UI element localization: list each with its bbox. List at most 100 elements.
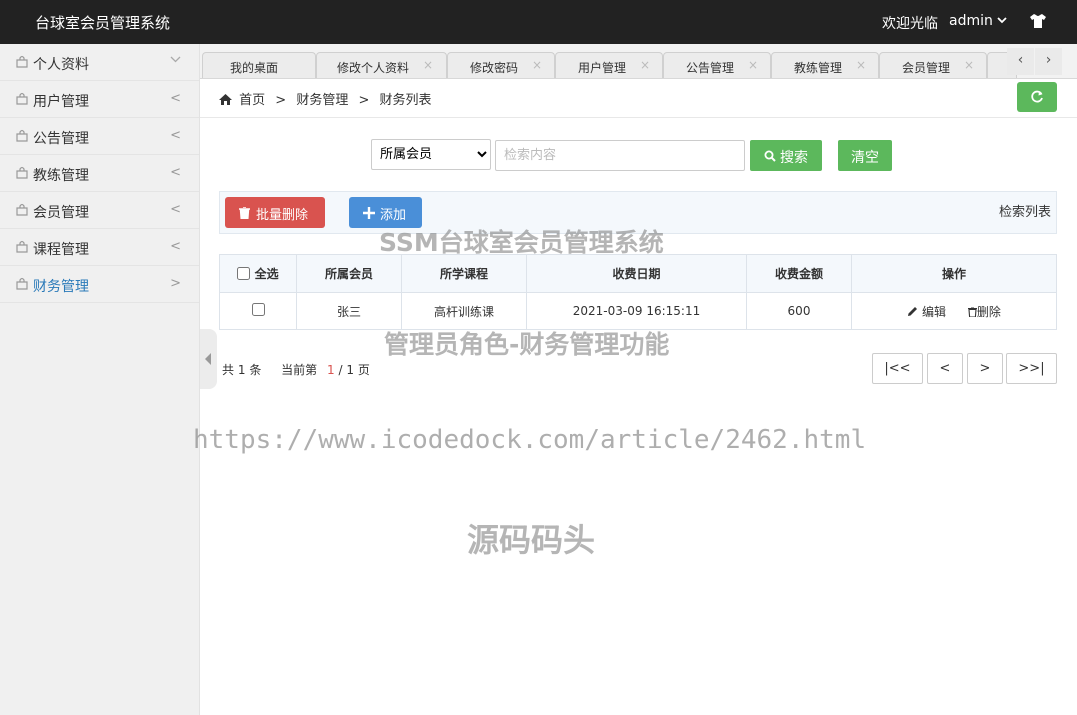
edit-action[interactable]: 编辑	[907, 305, 950, 319]
sidebar-item-coaches[interactable]: 教练管理 <	[0, 155, 199, 192]
tab-scroll-left-icon[interactable]: ‹	[1007, 48, 1034, 75]
list-toolbar: 批量删除 添加 检索列表	[219, 191, 1057, 234]
batch-delete-label: 批量删除	[256, 208, 309, 223]
sidebar-item-label: 课程管理	[33, 242, 89, 258]
bag-icon	[16, 129, 28, 142]
tab-edit-profile[interactable]: 修改个人资料 ×	[316, 52, 447, 78]
close-icon[interactable]: ×	[532, 58, 542, 72]
search-icon	[764, 150, 776, 162]
bag-icon	[16, 240, 28, 253]
pager-current-page: 1	[327, 363, 335, 377]
pager-total-suffix: 条	[249, 363, 262, 377]
row-checkbox[interactable]	[251, 303, 265, 316]
close-icon[interactable]: ×	[423, 58, 433, 72]
chevron-right-icon: >	[170, 276, 181, 291]
theme-shirt-icon[interactable]	[1029, 13, 1047, 29]
cell-amount: 600	[746, 292, 852, 330]
close-icon[interactable]: ×	[748, 58, 758, 72]
sidebar-item-users[interactable]: 用户管理 <	[0, 81, 199, 118]
search-field-select[interactable]: 所属会员	[371, 139, 491, 170]
sidebar-item-members[interactable]: 会员管理 <	[0, 192, 199, 229]
first-page-button[interactable]: |<<	[872, 353, 923, 384]
breadcrumb: 首页 > 财务管理 > 财务列表	[219, 89, 438, 108]
prev-page-button[interactable]: <	[927, 353, 963, 384]
column-header: 所学课程	[401, 254, 527, 293]
chevron-left-icon: <	[170, 239, 181, 254]
sidebar-collapse-handle[interactable]	[200, 329, 217, 389]
tab-members[interactable]: 会员管理 ×	[879, 52, 987, 78]
user-menu[interactable]: admin	[949, 13, 993, 29]
edit-label: 编辑	[921, 304, 946, 319]
chevron-left-icon: <	[170, 165, 181, 180]
cell-actions: 编辑 删除	[851, 292, 1057, 330]
tab-change-password[interactable]: 修改密码 ×	[447, 52, 555, 78]
select-all-label: 全选	[254, 267, 279, 281]
sidebar-item-label: 会员管理	[33, 205, 89, 221]
tab-users[interactable]: 用户管理 ×	[555, 52, 663, 78]
sidebar-item-label: 财务管理	[33, 279, 89, 295]
column-header: 所属会员	[296, 254, 402, 293]
sidebar-item-finance[interactable]: 财务管理 >	[0, 266, 199, 303]
tab-label: 我的桌面	[230, 61, 279, 75]
clear-button-label: 清空	[851, 150, 879, 166]
breadcrumb-separator: >	[275, 93, 287, 108]
tab-label: 用户管理	[578, 61, 627, 75]
sidebar-item-label: 教练管理	[33, 168, 89, 184]
watermark-brand: 源码码头	[467, 521, 596, 559]
bag-icon	[16, 277, 28, 290]
next-page-button[interactable]: >	[967, 353, 1003, 384]
tab-notices[interactable]: 公告管理 ×	[663, 52, 771, 78]
select-all-checkbox[interactable]	[237, 267, 251, 280]
tab-bar: 我的桌面 修改个人资料 × 修改密码 × 用户管理 × 公告管理 × 教练管理 …	[200, 44, 1077, 79]
pager-total: 1	[237, 363, 246, 377]
cell-member: 张三	[296, 292, 402, 330]
breadcrumb-level1[interactable]: 财务管理	[296, 93, 348, 108]
home-icon	[219, 94, 232, 105]
cell-date: 2021-03-09 16:15:11	[526, 292, 747, 330]
pager-total-pages: 1	[346, 363, 354, 377]
chevron-down-icon	[170, 54, 181, 69]
app-title: 台球室会员管理系统	[35, 14, 171, 32]
clear-button[interactable]: 清空	[838, 140, 892, 171]
column-header: 收费日期	[526, 254, 747, 293]
pager-info: 共 1 条 当前第 1 / 1 页	[222, 361, 370, 378]
batch-delete-button[interactable]: 批量删除	[225, 197, 325, 228]
add-button[interactable]: 添加	[349, 197, 422, 228]
delete-label: 删除	[976, 304, 1001, 319]
tab-coaches[interactable]: 教练管理 ×	[771, 52, 879, 78]
close-icon[interactable]: ×	[964, 58, 974, 72]
breadcrumb-home[interactable]: 首页	[239, 93, 265, 108]
sidebar-item-profile[interactable]: 个人资料	[0, 44, 199, 81]
refresh-button[interactable]	[1017, 82, 1057, 112]
caret-left-icon	[205, 353, 211, 365]
pager-total-prefix: 共	[222, 363, 235, 377]
cell-course: 高杆训练课	[401, 292, 527, 330]
delete-action[interactable]: 删除	[967, 304, 1001, 319]
tab-scroll-right-icon[interactable]: ›	[1035, 48, 1062, 75]
tab-desktop[interactable]: 我的桌面	[202, 52, 316, 78]
add-button-label: 添加	[380, 208, 407, 223]
chevron-left-icon: <	[170, 128, 181, 143]
pager-page-prefix: 当前第	[281, 363, 318, 377]
pager-page-suffix: 页	[357, 363, 370, 377]
sidebar-item-courses[interactable]: 课程管理 <	[0, 229, 199, 266]
sidebar-item-notices[interactable]: 公告管理 <	[0, 118, 199, 155]
search-button[interactable]: 搜索	[750, 140, 822, 171]
tab-label: 公告管理	[686, 61, 735, 75]
divider	[200, 117, 1077, 118]
search-button-label: 搜索	[780, 150, 808, 166]
close-icon[interactable]: ×	[640, 58, 650, 72]
last-page-button[interactable]: >>|	[1006, 353, 1057, 384]
column-header: 收费金额	[746, 254, 852, 293]
breadcrumb-level2: 财务列表	[379, 93, 432, 108]
close-icon[interactable]: ×	[856, 58, 866, 72]
trash-icon	[239, 207, 250, 219]
select-all-header: 全选	[219, 254, 297, 293]
search-input[interactable]	[495, 140, 745, 171]
table-row: 张三 高杆训练课 2021-03-09 16:15:11 600 编辑 删除	[219, 292, 1057, 330]
sidebar: 个人资料 用户管理 < 公告管理 < 教练管理 < 会员管理 < 课程管理 < …	[0, 44, 200, 715]
watermark-subtitle: 管理员角色-财务管理功能	[384, 330, 670, 359]
bag-icon	[16, 55, 28, 68]
chevron-down-icon[interactable]	[996, 14, 1008, 26]
top-bar: 台球室会员管理系统 欢迎光临 admin	[0, 0, 1077, 44]
